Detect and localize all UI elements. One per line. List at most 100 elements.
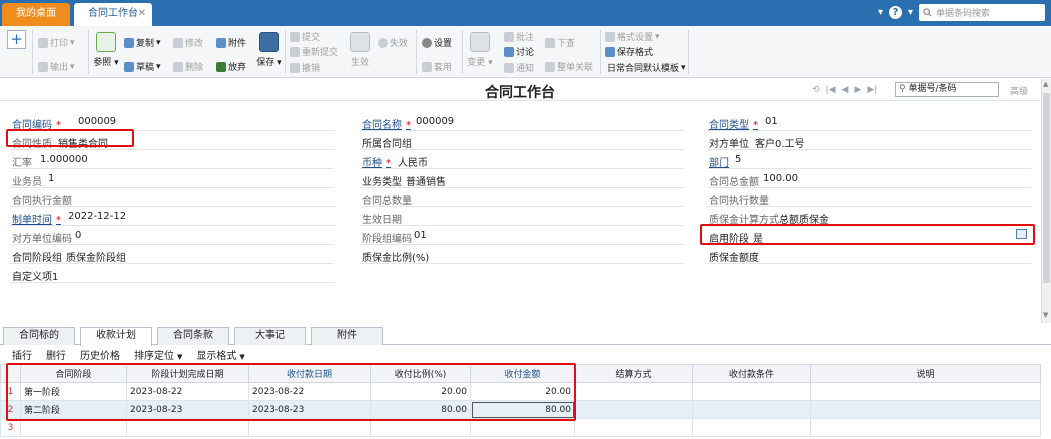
custom1-field[interactable]: 自定义项1 [10,264,334,283]
advanced-link[interactable]: 高级 [1010,84,1028,97]
notify-button[interactable]: 通知 [504,61,534,74]
settings-button[interactable]: 设置 [422,36,452,49]
submit-button[interactable]: 提交 [290,30,320,43]
abandon-button[interactable]: 放弃 [216,60,246,73]
contract-name-field[interactable]: 合同名称 * 000009 [360,112,684,131]
approve-button[interactable]: 批注 [504,30,534,43]
apply-button[interactable]: 套用 [422,60,452,73]
total-qty-field[interactable]: 合同总数量 [360,188,684,207]
scroll-thumb[interactable] [1043,93,1050,283]
form-scrollbar[interactable]: ▲ ▼ [1041,79,1051,323]
col-note[interactable]: 说明 [810,364,1041,383]
cell-condition[interactable] [692,400,811,419]
history-price-button[interactable]: 历史价格 [80,347,120,362]
col-condition[interactable]: 收付款条件 [692,364,811,383]
doc-number-search-input[interactable]: ⚲ 单据号/条码 [895,82,999,97]
next-record-icon[interactable]: ▶ [854,85,861,95]
revoke-button[interactable]: 撤销 [290,61,320,74]
full-link-button[interactable]: 整单关联 [545,60,593,73]
currency-field[interactable]: 币种 * 人民币 [360,150,684,169]
tab-my-desktop[interactable]: 我的桌面 [2,3,70,26]
delete-row-button[interactable]: 删行 [46,347,66,362]
display-format-button[interactable]: 显示格式 ▼ [196,347,244,362]
exchange-rate-value: 1.000000 [40,154,88,165]
tab-contract-subject[interactable]: 合同标的 [3,327,75,345]
barcode-search-input[interactable]: 单据条码搜索 [919,4,1045,21]
cell-stage[interactable] [20,418,127,437]
modify-button[interactable]: 修改 [173,36,203,49]
biz-type-field[interactable]: 业务类型 普通销售 [360,169,684,188]
user-menu-icon[interactable]: ▾ [908,7,913,18]
cell-amount[interactable] [470,418,575,437]
department-field[interactable]: 部门 5 [707,150,1031,169]
cell-ratio[interactable] [370,418,471,437]
refresh-icon[interactable]: ⟲ [812,85,820,95]
add-icon[interactable]: + [7,30,26,49]
counter-code-field[interactable]: 对方单位编码 0 [10,226,334,245]
help-icon[interactable]: ? [888,6,902,19]
format-settings-button[interactable]: 格式设置 ▾ [605,30,660,43]
print-label: 打印 [50,39,69,49]
prev-record-icon[interactable]: ◀ [842,85,849,95]
stage-group-field[interactable]: 合同阶段组 质保金阶段组 [10,245,334,264]
change-button[interactable]: 变更 ▾ [467,32,493,68]
contract-group-field[interactable]: 所属合同组 [360,131,684,150]
export-button[interactable]: 输出 ▾ [38,60,75,73]
cell-condition[interactable] [692,418,811,437]
contract-type-field[interactable]: 合同类型 * 01 [707,112,1031,131]
warranty-ratio-field[interactable]: 质保金比例(%) [360,245,684,264]
draft-button[interactable]: 草稿 ▾ [124,60,161,73]
tab-milestones[interactable]: 大事记 [234,327,306,345]
tab-payment-plan[interactable]: 收款计划 [80,327,152,346]
save-label: 保存 [256,58,275,68]
cell-note[interactable] [810,418,1041,437]
counterparty-field[interactable]: 对方单位 客户0.工号 [707,131,1031,150]
cell-plan-date[interactable] [126,418,249,437]
table-row[interactable]: 3 [0,418,1041,437]
attach-button[interactable]: 附件 [216,36,246,49]
copy-button[interactable]: 复制 ▾ [124,36,161,49]
cell-note[interactable] [810,382,1041,401]
sort-locate-button[interactable]: 排序定位 ▼ [134,347,182,362]
push-button[interactable]: 下查 [545,36,575,49]
cell-note[interactable] [810,400,1041,419]
scroll-up-icon[interactable]: ▲ [1043,80,1048,88]
save-format-button[interactable]: 保存格式 [605,45,653,58]
cell-condition[interactable] [692,382,811,401]
exec-qty-field[interactable]: 合同执行数量 [707,188,1031,207]
stage-group-code-field[interactable]: 阶段组编码 01 [360,226,684,245]
effect-date-field[interactable]: 生效日期 [360,207,684,226]
dropdown-arrow-icon[interactable]: ▾ [878,7,883,18]
insert-row-button[interactable]: 插行 [12,347,32,362]
salesman-field[interactable]: 业务员 1 [10,169,334,188]
cell-settle[interactable] [574,418,693,437]
create-time-field[interactable]: 制单时间 * 2022-12-12 [10,207,334,226]
cell-pay-date[interactable] [248,418,371,437]
col-settle[interactable]: 结算方式 [574,364,693,383]
exec-amount-label: 合同执行金额 [12,196,72,207]
last-record-icon[interactable]: ▶| [867,85,877,95]
cell-settle[interactable] [574,382,693,401]
exec-amount-field[interactable]: 合同执行金额 [10,188,334,207]
print-button[interactable]: 打印 ▾ [38,36,75,49]
tab-contract-workbench[interactable]: 合同工作台 ✕ [74,3,152,26]
cell-settle[interactable] [574,400,693,419]
apply-label: 套用 [434,63,453,73]
tab-attachments[interactable]: 附件 [311,327,383,345]
total-amount-field[interactable]: 合同总金额 100.00 [707,169,1031,188]
close-icon[interactable]: ✕ [138,3,146,25]
effect-button[interactable]: 生效 [347,32,373,68]
scroll-down-icon[interactable]: ▼ [1043,311,1048,319]
tab-contract-terms[interactable]: 合同条款 [157,327,229,345]
warranty-amount-field[interactable]: 质保金额度 [707,245,1031,264]
resubmit-button[interactable]: 重新提交 [290,45,338,58]
exchange-rate-field[interactable]: 汇率 1.000000 [10,150,334,169]
discuss-button[interactable]: 讨论 [504,45,534,58]
invalid-button[interactable]: 失效 [378,36,408,49]
first-record-icon[interactable]: |◀ [826,85,836,95]
discuss-icon [504,46,514,57]
ref-button[interactable]: 参照 ▾ [93,32,119,68]
template-select[interactable]: 日常合同默认模板 ▾ [607,61,686,75]
save-button[interactable]: 保存 ▾ [256,32,282,68]
delete-button[interactable]: 删除 [173,60,203,73]
